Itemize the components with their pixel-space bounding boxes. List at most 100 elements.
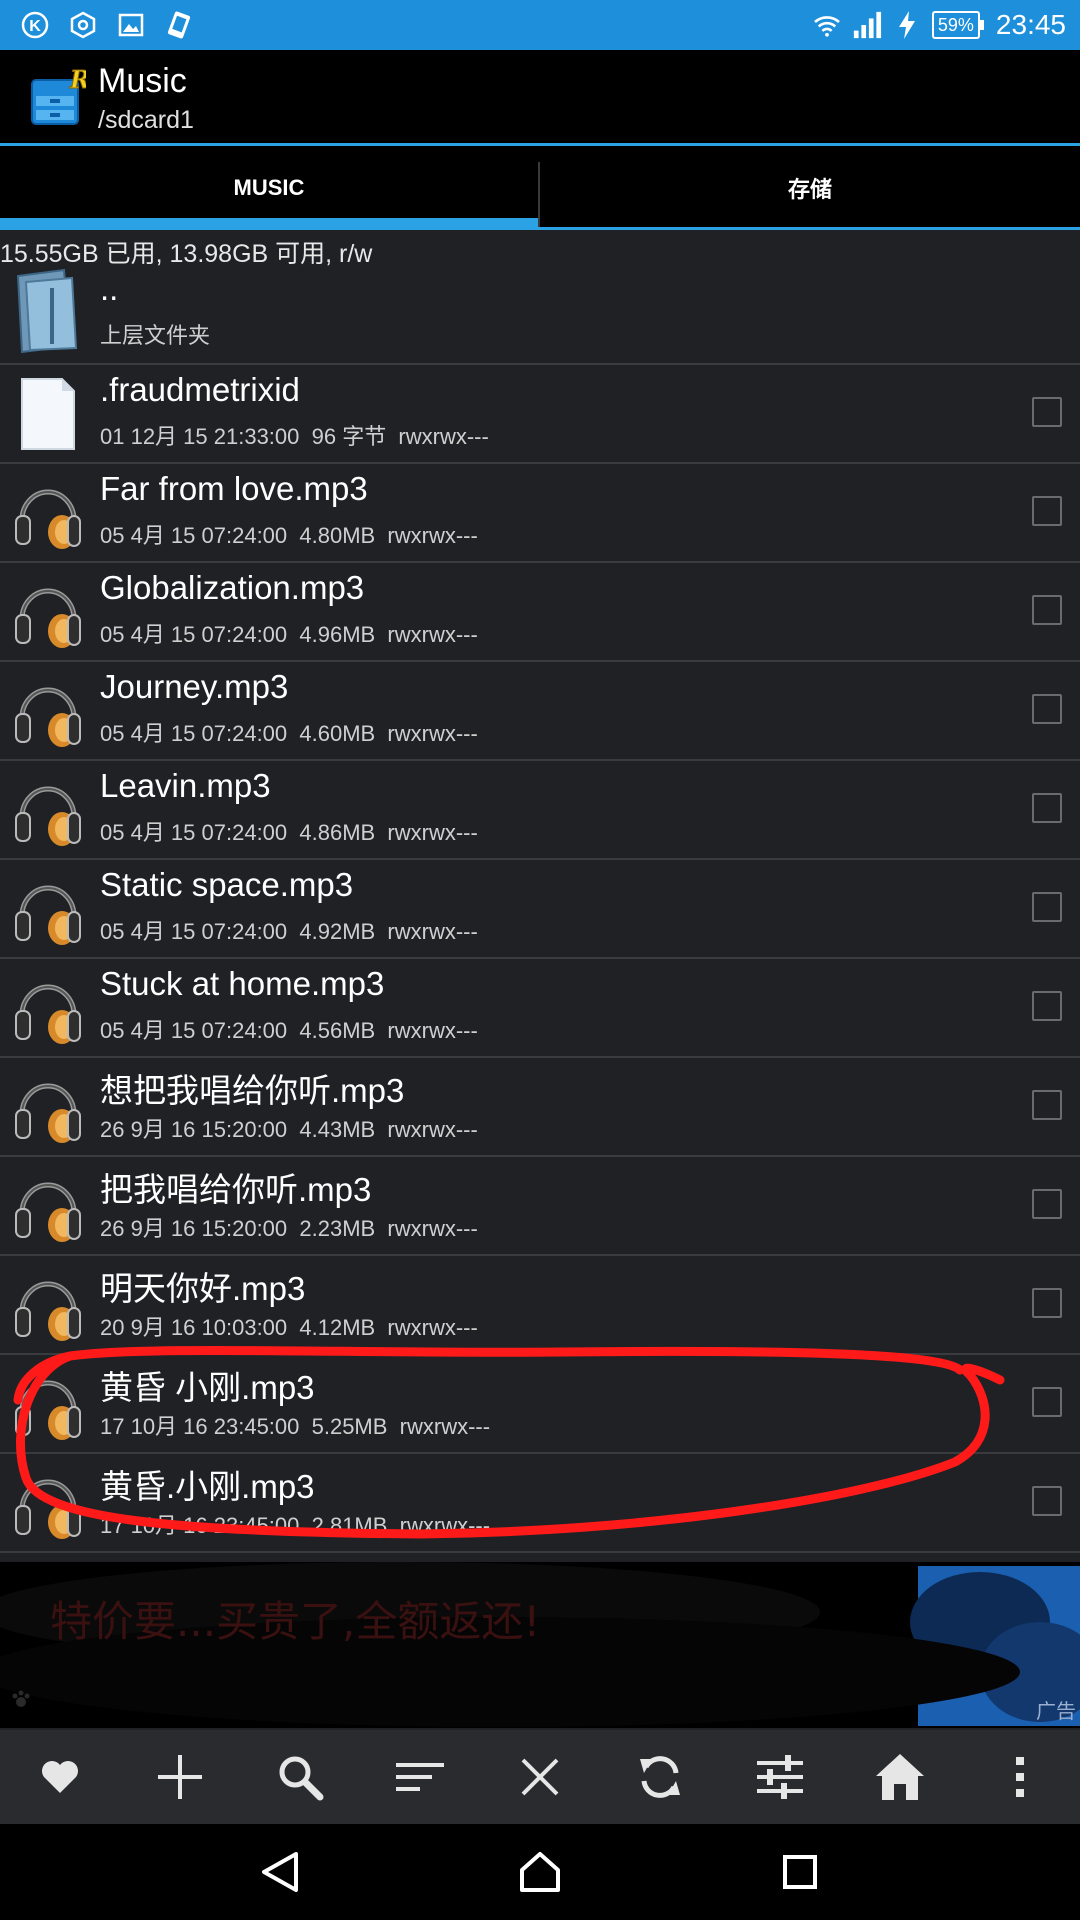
file-meta: 26 9月 16 15:20:00 4.43MB rwxrwx--- [100, 1117, 478, 1142]
paw-icon [10, 1688, 32, 1714]
file-meta: 05 4月 15 07:24:00 4.80MB rwxrwx--- [100, 523, 478, 548]
charging-icon [892, 10, 922, 40]
favorites-button[interactable] [20, 1737, 100, 1817]
home-nav-button[interactable] [505, 1837, 575, 1907]
file-name: Far from love.mp3 [100, 470, 368, 507]
file-meta: 17 10月 16 23:45:00 5.25MB rwxrwx--- [100, 1414, 491, 1439]
home-nav-icon [520, 1852, 560, 1892]
file-name: Leavin.mp3 [100, 767, 271, 804]
home-icon [876, 1754, 924, 1800]
file-meta: 05 4月 15 07:24:00 4.96MB rwxrwx--- [100, 622, 478, 647]
file-row[interactable]: 黄昏 小刚.mp3 17 10月 16 23:45:00 5.25MB rwxr… [0, 1355, 1080, 1454]
bottom-toolbar [0, 1730, 1080, 1824]
plus-icon [158, 1755, 202, 1799]
back-icon [262, 1852, 298, 1892]
file-list: .. 上层文件夹 .fraudmetrixid 01 12月 15 21:33:… [0, 264, 1080, 1553]
clock: 23:45 [995, 9, 1066, 40]
select-checkbox[interactable] [1032, 1486, 1062, 1516]
tab-storage[interactable]: 存储 [540, 146, 1080, 230]
more-button[interactable] [980, 1737, 1060, 1817]
battery-indicator: 59% [931, 11, 984, 39]
close-icon [521, 1758, 559, 1796]
system-nav-bar [0, 1824, 1080, 1920]
ad-text: 特价要...买贵了,全额返还! [50, 1597, 541, 1646]
file-name: Journey.mp3 [100, 668, 289, 705]
signal-icon [852, 10, 882, 40]
back-button[interactable] [245, 1837, 315, 1907]
file-row[interactable]: Leavin.mp3 05 4月 15 07:24:00 4.86MB rwxr… [0, 761, 1080, 860]
ad-banner[interactable]: 特价要...买贵了,全额返还! 广告 [0, 1562, 1080, 1728]
select-checkbox[interactable] [1032, 694, 1062, 724]
select-checkbox[interactable] [1032, 595, 1062, 625]
heart-icon [42, 1761, 78, 1793]
select-checkbox[interactable] [1032, 1387, 1062, 1417]
search-icon [279, 1756, 324, 1801]
file-meta: 上层文件夹 [100, 323, 211, 348]
close-button[interactable] [500, 1737, 580, 1817]
file-meta: 05 4月 15 07:24:00 4.92MB rwxrwx--- [100, 919, 478, 944]
file-row[interactable]: .fraudmetrixid 01 12月 15 21:33:00 96 字节 … [0, 365, 1080, 464]
headphones-icon [12, 872, 84, 946]
file-name: 黄昏 小刚.mp3 [100, 1369, 315, 1406]
status-bar: K 59% 23:45 [0, 0, 1080, 50]
file-meta: 26 9月 16 15:20:00 2.23MB rwxrwx--- [100, 1216, 478, 1241]
parent-folder-row[interactable]: .. 上层文件夹 [0, 264, 1080, 365]
svg-text:K: K [29, 18, 41, 35]
root-explorer-icon[interactable]: R [28, 65, 90, 128]
k-app-icon: K [20, 10, 50, 40]
page-title: Music [98, 62, 187, 100]
recents-button[interactable] [765, 1837, 835, 1907]
file-name: 把我唱给你听.mp3 [100, 1171, 372, 1208]
tab-bar: MUSIC 存储 [0, 146, 1080, 230]
settings-notification-icon [68, 10, 98, 40]
file-row[interactable]: Globalization.mp3 05 4月 15 07:24:00 4.96… [0, 563, 1080, 662]
select-checkbox[interactable] [1032, 1090, 1062, 1120]
file-row[interactable]: 把我唱给你听.mp3 26 9月 16 15:20:00 2.23MB rwxr… [0, 1157, 1080, 1256]
sliders-icon [757, 1755, 803, 1799]
file-meta: 05 4月 15 07:24:00 4.86MB rwxrwx--- [100, 820, 478, 845]
headphones-icon [12, 1466, 84, 1540]
refresh-button[interactable] [620, 1737, 700, 1817]
current-path: /sdcard1 [98, 106, 194, 134]
select-checkbox[interactable] [1032, 892, 1062, 922]
select-checkbox[interactable] [1032, 496, 1062, 526]
more-icon [1016, 1757, 1024, 1797]
file-row[interactable]: 明天你好.mp3 20 9月 16 10:03:00 4.12MB rwxrwx… [0, 1256, 1080, 1355]
file-meta: 05 4月 15 07:24:00 4.60MB rwxrwx--- [100, 721, 478, 746]
select-checkbox[interactable] [1032, 1288, 1062, 1318]
file-row[interactable]: Stuck at home.mp3 05 4月 15 07:24:00 4.56… [0, 959, 1080, 1058]
headphones-icon [12, 1367, 84, 1441]
file-name: 明天你好.mp3 [100, 1270, 306, 1307]
search-button[interactable] [260, 1737, 340, 1817]
file-row[interactable]: Static space.mp3 05 4月 15 07:24:00 4.92M… [0, 860, 1080, 959]
file-name: Static space.mp3 [100, 866, 354, 903]
image-notification-icon [116, 10, 146, 40]
headphones-icon [12, 476, 84, 550]
file-name: .fraudmetrixid [100, 371, 300, 408]
folder-icon [12, 268, 84, 354]
tab-baseline [538, 227, 1080, 230]
select-checkbox[interactable] [1032, 1189, 1062, 1219]
home-button[interactable] [860, 1737, 940, 1817]
file-row[interactable]: Journey.mp3 05 4月 15 07:24:00 4.60MB rwx… [0, 662, 1080, 761]
sort-icon [396, 1763, 444, 1791]
select-checkbox[interactable] [1032, 793, 1062, 823]
app-notification-icon [164, 10, 194, 40]
file-name: Globalization.mp3 [100, 569, 365, 606]
settings-button[interactable] [740, 1737, 820, 1817]
add-button[interactable] [140, 1737, 220, 1817]
sort-button[interactable] [380, 1737, 460, 1817]
file-meta: 01 12月 15 21:33:00 96 字节 rwxrwx--- [100, 424, 489, 449]
select-checkbox[interactable] [1032, 991, 1062, 1021]
refresh-icon [640, 1756, 680, 1798]
file-row[interactable]: 黄昏.小刚.mp3 17 10月 16 23:45:00 2.81MB rwxr… [0, 1454, 1080, 1553]
storage-info: 15.55GB 已用, 13.98GB 可用, r/w [0, 240, 373, 268]
file-name: .. [100, 270, 119, 307]
headphones-icon [12, 1070, 84, 1144]
headphones-icon [12, 773, 84, 847]
file-icon [12, 377, 84, 451]
select-checkbox[interactable] [1032, 397, 1062, 427]
file-row[interactable]: 想把我唱给你听.mp3 26 9月 16 15:20:00 4.43MB rwx… [0, 1058, 1080, 1157]
file-row[interactable]: Far from love.mp3 05 4月 15 07:24:00 4.80… [0, 464, 1080, 563]
file-meta: 17 10月 16 23:45:00 2.81MB rwxrwx--- [100, 1513, 491, 1538]
